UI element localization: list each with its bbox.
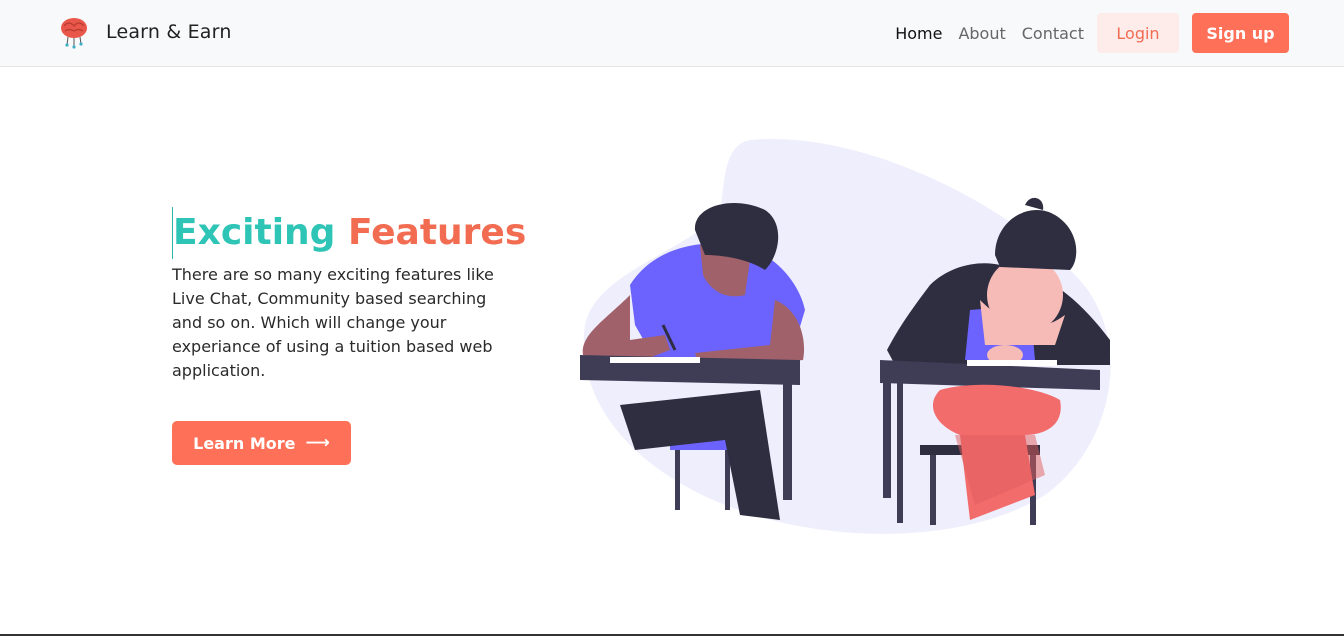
navbar: Learn & Earn Home About Contact Login Si… xyxy=(0,0,1344,67)
hero-description: There are so many exciting features like… xyxy=(172,265,494,380)
hero-title-part2: Features xyxy=(348,212,527,253)
students-writing-exam-illustration xyxy=(580,138,1111,534)
login-button[interactable]: Login xyxy=(1097,13,1179,53)
brand-name: Learn & Earn xyxy=(106,21,232,43)
learn-more-button[interactable]: Learn More ⟶ xyxy=(172,421,351,465)
hero-title-part1: Exciting xyxy=(173,212,336,253)
signup-button[interactable]: Sign up xyxy=(1192,13,1289,53)
nav-link-home[interactable]: Home xyxy=(895,24,942,43)
hero-section: Exciting Features There are so many exci… xyxy=(172,207,526,383)
nav-links: Home About Contact Login Sign up xyxy=(879,13,1289,53)
nav-link-contact[interactable]: Contact xyxy=(1022,24,1084,43)
hero-title: Exciting Features xyxy=(172,207,526,259)
brand[interactable]: Learn & Earn xyxy=(58,15,232,49)
nav-link-about[interactable]: About xyxy=(958,24,1005,43)
brain-icon xyxy=(61,18,87,49)
arrow-right-icon: ⟶ xyxy=(305,433,330,453)
learn-more-label: Learn More xyxy=(193,433,296,453)
